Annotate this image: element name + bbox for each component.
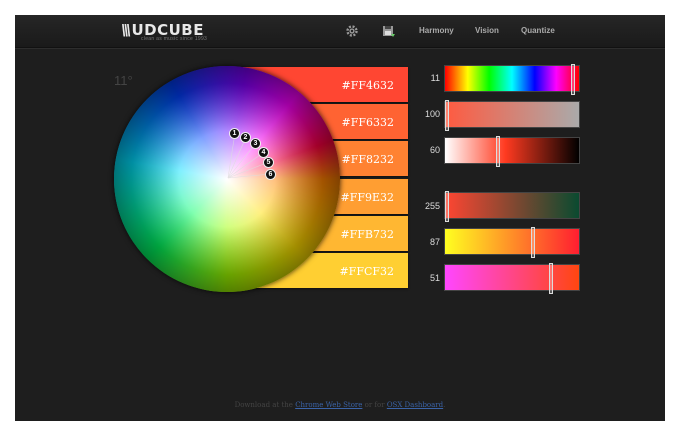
swatch-hex: #FF4632: [341, 79, 394, 92]
slider-thumb[interactable]: [445, 100, 449, 131]
slider-thumb[interactable]: [496, 136, 500, 167]
osx-dashboard-link[interactable]: OSX Dashboard: [387, 401, 443, 409]
nav-quantize[interactable]: Quantize: [521, 26, 555, 35]
swatch-hex: #FFCF32: [339, 265, 394, 278]
slider-thumb[interactable]: [531, 227, 535, 258]
saturation-value: 100: [424, 109, 440, 119]
green-slider[interactable]: [444, 227, 580, 258]
app-frame: \\\ UDCUBE clean as music since 1993 Harm…: [15, 15, 665, 421]
footer-suffix: .: [443, 401, 446, 409]
nav-harmony[interactable]: Harmony: [419, 26, 454, 35]
marker-5[interactable]: 5: [263, 157, 274, 168]
marker-6[interactable]: 6: [265, 169, 276, 180]
logo-mark: \\\: [121, 21, 132, 39]
blue-value: 51: [429, 273, 440, 283]
logo-tagline: clean as music since 1993: [141, 36, 208, 42]
marker-1[interactable]: 1: [229, 128, 240, 139]
slider-thumb[interactable]: [445, 191, 449, 222]
lightness-slider[interactable]: [444, 136, 580, 167]
save-icon[interactable]: [382, 24, 396, 38]
lightness-value: 60: [429, 145, 440, 155]
swatch-hex: #FF8232: [341, 153, 394, 166]
hue-slider[interactable]: [444, 64, 580, 95]
chrome-web-store-link[interactable]: Chrome Web Store: [295, 401, 362, 409]
saturation-slider[interactable]: [444, 100, 580, 131]
red-slider[interactable]: [444, 191, 580, 222]
swatch-hex: #FF9E32: [340, 191, 394, 204]
swatch-hex: #FF6332: [341, 116, 394, 129]
footer-middle: or for: [364, 401, 385, 409]
marker-lines: [227, 132, 272, 179]
red-value: 255: [424, 201, 440, 211]
nav-vision[interactable]: Vision: [475, 26, 499, 35]
gear-icon[interactable]: [345, 24, 359, 38]
hue-value: 11: [430, 73, 440, 83]
footer-prefix: Download at the: [234, 401, 293, 409]
slider-thumb[interactable]: [571, 64, 575, 95]
slider-thumb[interactable]: [549, 263, 553, 294]
green-value: 87: [429, 237, 440, 247]
wheel-markers: 1 2 3 4 5 6: [114, 66, 340, 292]
swatch-hex: #FFB732: [340, 228, 394, 241]
top-bar: \\\ UDCUBE clean as music since 1993 Harm…: [15, 15, 665, 48]
blue-slider[interactable]: [444, 263, 580, 294]
footer: Download at the Chrome Web Store or for …: [15, 401, 665, 409]
